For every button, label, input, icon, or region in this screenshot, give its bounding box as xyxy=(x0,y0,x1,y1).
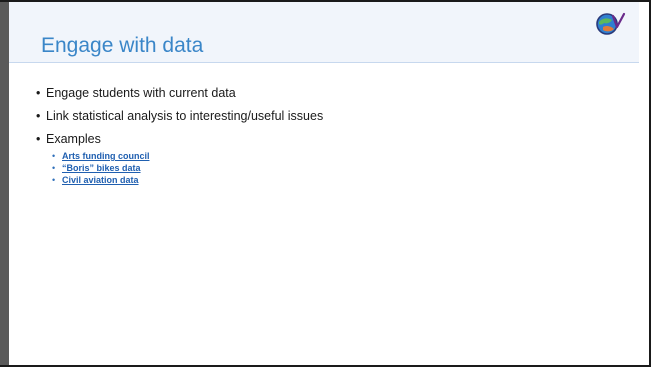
bullet-item: • Link statistical analysis to interesti… xyxy=(36,108,596,124)
boris-bikes-data-link[interactable]: “Boris” bikes data xyxy=(62,163,141,173)
example-item: • “Boris” bikes data xyxy=(52,162,596,174)
sub-bullet-icon: • xyxy=(52,175,56,185)
example-item: • Arts funding council xyxy=(52,150,596,162)
bullet-item: • Examples • Arts funding council • “Bor… xyxy=(36,131,596,186)
slide: Engage with data • Engage students with … xyxy=(0,0,651,367)
bullet-icon: • xyxy=(36,109,41,123)
title-band: Engage with data xyxy=(9,2,639,63)
bullet-icon: • xyxy=(36,132,41,146)
slide-left-border xyxy=(0,2,9,365)
example-item: • Civil aviation data xyxy=(52,174,596,186)
civil-aviation-data-link[interactable]: Civil aviation data xyxy=(62,175,139,185)
sub-bullet-icon: • xyxy=(52,163,56,173)
bullet-text: Link statistical analysis to interesting… xyxy=(46,109,324,123)
bullet-list: • Engage students with current data • Li… xyxy=(36,85,596,193)
bullet-text: Examples xyxy=(46,132,101,146)
slide-title: Engage with data xyxy=(41,34,204,57)
sub-bullet-icon: • xyxy=(52,151,56,161)
examples-list: • Arts funding council • “Boris” bikes d… xyxy=(52,150,596,186)
globe-ev-logo-icon xyxy=(596,12,626,35)
bullet-item: • Engage students with current data xyxy=(36,85,596,101)
bullet-text: Engage students with current data xyxy=(46,86,236,100)
arts-funding-council-link[interactable]: Arts funding council xyxy=(62,151,150,161)
bullet-icon: • xyxy=(36,86,41,100)
